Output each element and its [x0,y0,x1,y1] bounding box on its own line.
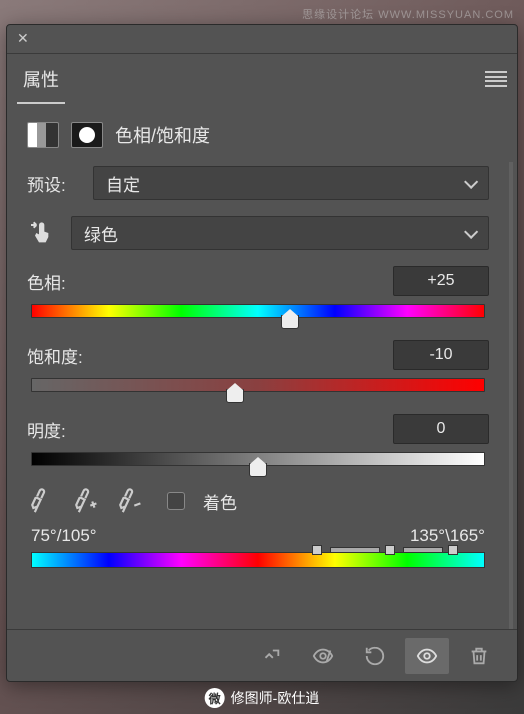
visibility-icon[interactable] [405,638,449,674]
lightness-slider[interactable] [31,452,485,466]
saturation-slider-group: 饱和度: -10 [27,340,489,392]
eyedropper-subtract-icon[interactable] [111,484,144,517]
reset-icon[interactable] [353,638,397,674]
tabbar: 属性 [7,54,517,104]
eyedropper-add-icon[interactable] [67,484,100,517]
hue-value-input[interactable]: +25 [393,266,489,296]
view-previous-icon[interactable] [301,638,345,674]
titlebar: ✕ [7,25,517,54]
preset-dropdown[interactable]: 自定 [93,166,489,200]
properties-panel: ✕ 属性 色相/饱和度 预设: 自定 绿色 色相: [6,24,518,682]
range-marker[interactable] [385,545,395,555]
range-right: 135°\165° [410,526,485,546]
chevron-down-icon [464,229,476,237]
range-left: 75°/105° [31,526,97,546]
range-values: 75°/105° 135°\165° [27,526,489,546]
colorize-checkbox[interactable] [167,492,185,510]
trash-icon[interactable] [457,638,501,674]
preset-value: 自定 [106,171,140,196]
colorize-label: 着色 [203,489,237,514]
range-marker[interactable] [448,545,458,555]
chevron-down-icon [464,179,476,187]
channel-dropdown[interactable]: 绿色 [71,216,489,250]
saturation-slider[interactable] [31,378,485,392]
channel-row: 绿色 [27,216,489,250]
preset-label: 预设: [27,171,81,196]
gradient-map-icon[interactable] [27,122,59,148]
targeted-adjust-icon[interactable] [27,217,59,249]
range-bar[interactable] [403,547,444,553]
eyedropper-row: 着色 [27,488,489,514]
panel-footer [7,629,517,681]
range-bar[interactable] [330,547,380,553]
credit: 微 修图师-欧仕逍 [205,688,320,708]
mask-icon[interactable] [71,122,103,148]
hue-slider[interactable] [31,304,485,318]
preset-row: 预设: 自定 [27,166,489,200]
adjustment-header: 色相/饱和度 [7,104,517,162]
tab-properties[interactable]: 属性 [17,54,65,104]
close-icon[interactable]: ✕ [17,31,33,47]
saturation-label: 饱和度: [27,343,83,368]
color-range-spectrum[interactable] [31,552,485,568]
hue-label: 色相: [27,269,81,294]
range-marker[interactable] [312,545,322,555]
eyedropper-icon[interactable] [23,484,56,517]
lightness-value-input[interactable]: 0 [393,414,489,444]
adjustment-title: 色相/饱和度 [115,122,210,148]
hue-thumb[interactable] [281,315,299,329]
lightness-slider-group: 明度: 0 [27,414,489,466]
watermark: 思缘设计论坛 WWW.MISSYUAN.COM [302,6,514,22]
credit-text: 修图师-欧仕逍 [231,688,320,708]
saturation-thumb[interactable] [226,389,244,403]
channel-value: 绿色 [84,221,118,246]
panel-menu-icon[interactable] [485,71,507,87]
lightness-thumb[interactable] [249,463,267,477]
hue-slider-group: 色相: +25 [27,266,489,318]
lightness-label: 明度: [27,417,81,442]
weibo-icon: 微 [205,688,225,708]
saturation-value-input[interactable]: -10 [393,340,489,370]
clip-to-layer-icon[interactable] [249,638,293,674]
panel-content: 预设: 自定 绿色 色相: +25 [7,162,513,629]
